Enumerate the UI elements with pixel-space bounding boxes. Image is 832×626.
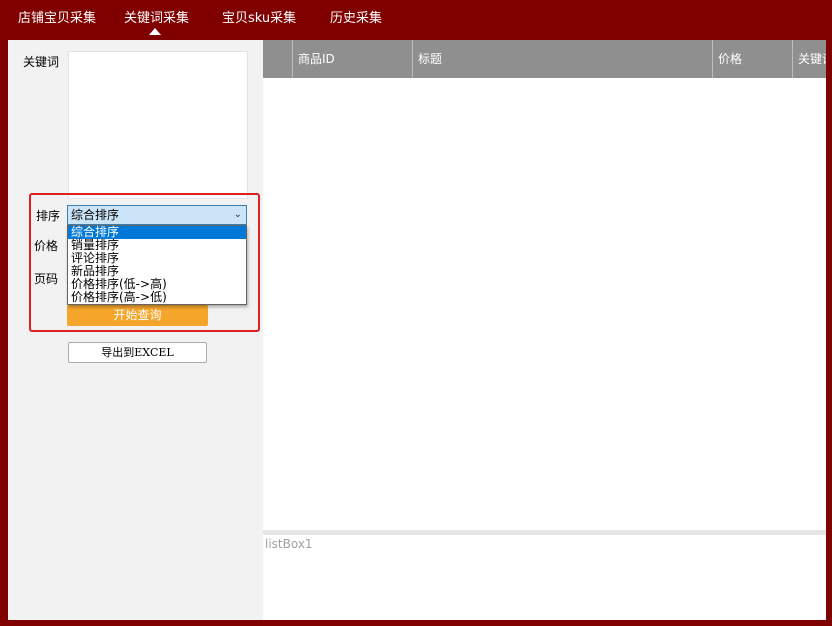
sort-option-price-desc[interactable]: 价格排序(高->低) (68, 291, 246, 304)
keyword-textarea[interactable] (68, 51, 248, 199)
log-listbox[interactable]: listBox1 (263, 535, 826, 620)
grid-header: 商品ID 标题 价格 关键词 (263, 40, 826, 78)
page-label: 页码 (34, 272, 59, 286)
column-header-title[interactable]: 标题 (412, 40, 712, 78)
column-header-price[interactable]: 价格 (712, 40, 792, 78)
listbox-name: listBox1 (265, 537, 313, 551)
active-tab-indicator (149, 28, 161, 35)
column-header-keyword[interactable]: 关键词 (792, 40, 826, 78)
keyword-label: 关键词 (23, 55, 60, 69)
column-header-item-id[interactable]: 商品ID (292, 40, 412, 78)
sort-dropdown-list: 综合排序 销量排序 评论排序 新品排序 价格排序(低->高) 价格排序(高->低… (67, 225, 247, 305)
export-excel-button[interactable]: 导出到EXCEL (68, 342, 207, 363)
app-window: 店铺宝贝采集 关键词采集 宝贝sku采集 历史采集 关键词 排序 综合排序 ⌄ … (0, 0, 832, 626)
sort-selected-value: 综合排序 (71, 208, 120, 222)
sort-select[interactable]: 综合排序 ⌄ (67, 205, 247, 225)
tab-item-sku[interactable]: 宝贝sku采集 (222, 7, 296, 26)
tab-shop-items[interactable]: 店铺宝贝采集 (18, 7, 96, 26)
chevron-down-icon: ⌄ (233, 209, 242, 220)
tab-history[interactable]: 历史采集 (330, 7, 382, 26)
tab-keyword[interactable]: 关键词采集 (124, 7, 189, 26)
sort-label: 排序 (36, 209, 61, 223)
start-query-button[interactable]: 开始查询 (67, 305, 208, 326)
results-grid[interactable]: 商品ID 标题 价格 关键词 (263, 40, 826, 530)
column-header-select[interactable] (263, 40, 292, 78)
price-label: 价格 (34, 239, 59, 253)
top-nav: 店铺宝贝采集 关键词采集 宝贝sku采集 历史采集 (0, 0, 832, 38)
